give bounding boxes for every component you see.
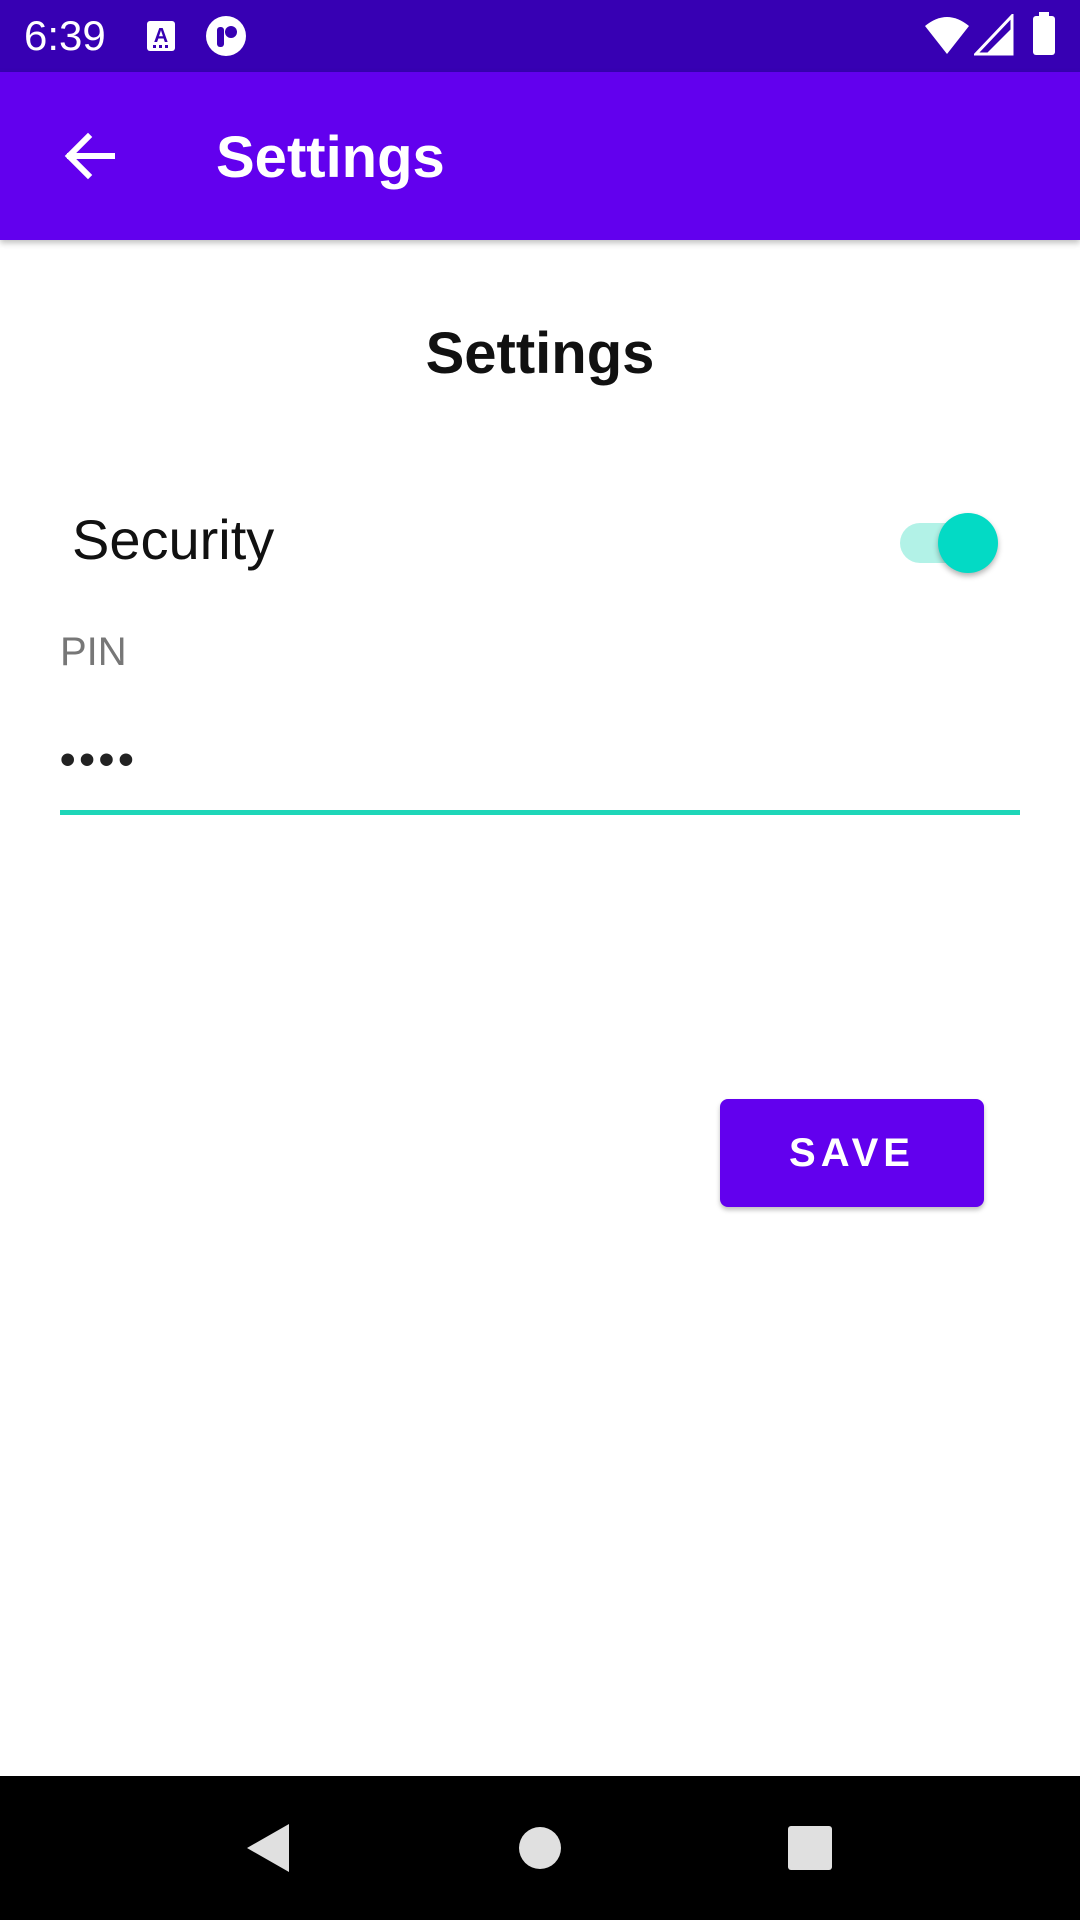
toggle-thumb	[938, 513, 998, 573]
app-bar: Settings	[0, 72, 1080, 240]
svg-text:A: A	[154, 25, 168, 47]
back-triangle-icon	[247, 1824, 289, 1872]
nav-home-button[interactable]	[490, 1798, 590, 1898]
pin-input[interactable]: ••••	[60, 720, 1020, 815]
arrow-back-icon	[64, 132, 115, 180]
security-toggle[interactable]	[900, 508, 1000, 573]
cell-signal-icon	[974, 14, 1014, 56]
nav-back-button[interactable]	[218, 1798, 318, 1898]
keyboard-a-icon: A	[147, 21, 175, 51]
home-circle-icon	[519, 1827, 561, 1869]
wifi-icon	[925, 17, 969, 54]
security-row: Security	[60, 490, 1020, 590]
pin-value: ••••	[60, 735, 138, 784]
security-label: Security	[72, 508, 275, 571]
settings-screen: 6:39 A Settings Settings Security PIN ••…	[0, 0, 1080, 1920]
navigation-bar	[0, 1776, 1080, 1920]
back-button[interactable]	[40, 106, 140, 206]
status-time: 6:39	[24, 12, 106, 59]
page-title: Settings	[425, 321, 655, 386]
app-bar-title: Settings	[216, 125, 445, 190]
pin-label: PIN	[60, 630, 127, 674]
battery-icon	[1033, 12, 1055, 55]
save-button[interactable]: SAVE	[720, 1099, 984, 1207]
nav-recents-button[interactable]	[760, 1798, 860, 1898]
recents-square-icon	[788, 1826, 832, 1870]
circle-app-icon	[206, 16, 246, 56]
status-bar: 6:39 A	[0, 0, 1080, 72]
